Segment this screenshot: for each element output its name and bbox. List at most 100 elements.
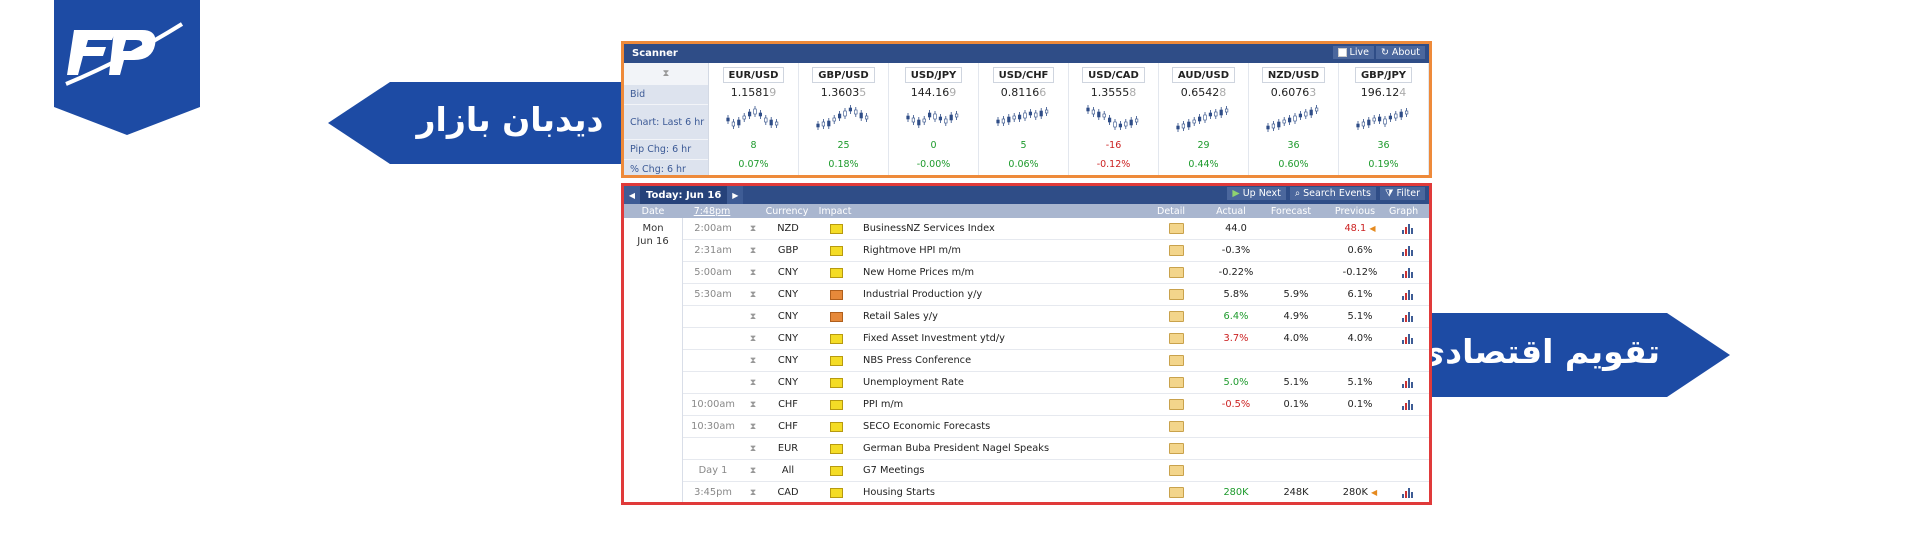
event-title[interactable]: NBS Press Conference bbox=[859, 355, 1146, 366]
folder-icon[interactable] bbox=[1168, 223, 1184, 234]
graph-icon[interactable] bbox=[1401, 267, 1413, 278]
folder-icon[interactable] bbox=[1168, 267, 1184, 278]
graph-icon[interactable] bbox=[1401, 377, 1413, 388]
calendar-event-row[interactable]: 5:00am ⧗ CNY New Home Prices m/m -0.22% … bbox=[683, 262, 1429, 284]
scanner-pair-column[interactable]: GBP/USD 1.3603 5 25 0.18% bbox=[799, 63, 889, 175]
sound-icon[interactable]: ⧗ bbox=[743, 488, 763, 498]
col-forecast: Forecast bbox=[1270, 205, 1312, 217]
calendar-event-row[interactable]: 3:45pm ⧗ CAD Housing Starts 280K 248K 28… bbox=[683, 482, 1429, 502]
folder-icon[interactable] bbox=[1168, 245, 1184, 256]
event-previous: -0.12% bbox=[1342, 267, 1378, 278]
up-next-button[interactable]: ▶ Up Next bbox=[1227, 187, 1286, 200]
pair-name[interactable]: USD/CAD bbox=[1082, 67, 1145, 83]
live-toggle[interactable]: Live bbox=[1332, 46, 1374, 59]
event-title[interactable]: German Buba President Nagel Speaks bbox=[859, 443, 1146, 454]
event-title[interactable]: Housing Starts bbox=[859, 487, 1146, 498]
folder-icon[interactable] bbox=[1168, 399, 1184, 410]
prev-day-button[interactable]: ◀ bbox=[624, 186, 640, 204]
pair-name[interactable]: GBP/JPY bbox=[1354, 67, 1413, 83]
sound-icon[interactable]: ⧗ bbox=[743, 224, 763, 234]
event-title[interactable]: BusinessNZ Services Index bbox=[859, 223, 1146, 234]
event-currency: GBP bbox=[777, 245, 799, 256]
folder-icon[interactable] bbox=[1168, 289, 1184, 300]
sound-icon[interactable]: ⧗ bbox=[743, 422, 763, 432]
pair-name[interactable]: AUD/USD bbox=[1171, 67, 1236, 83]
scanner-pair-column[interactable]: GBP/JPY 196.12 4 36 0.19% bbox=[1339, 63, 1429, 175]
search-events-button[interactable]: ⌕ Search Events bbox=[1289, 187, 1376, 200]
folder-icon[interactable] bbox=[1168, 311, 1184, 322]
about-button[interactable]: ↻ About bbox=[1375, 46, 1425, 59]
pair-name[interactable]: USD/JPY bbox=[904, 67, 963, 83]
calendar-event-row[interactable]: ⧗ EUR German Buba President Nagel Speaks bbox=[683, 438, 1429, 460]
pair-name[interactable]: NZD/USD bbox=[1261, 67, 1326, 83]
graph-icon[interactable] bbox=[1401, 487, 1413, 498]
scanner-pair-column[interactable]: USD/JPY 144.16 9 0 -0.00% bbox=[889, 63, 979, 175]
percent-change-value: 0.60% bbox=[1278, 159, 1309, 170]
col-actual: Actual bbox=[1216, 205, 1246, 217]
sound-icon[interactable]: ⧗ bbox=[743, 290, 763, 300]
graph-icon[interactable] bbox=[1401, 333, 1413, 344]
col-time[interactable]: 7:48pm bbox=[682, 206, 742, 217]
sound-icon[interactable]: ⧗ bbox=[743, 378, 763, 388]
scanner-pair-column[interactable]: USD/CAD 1.3555 8 -16 -0.12% bbox=[1069, 63, 1159, 175]
checkbox-icon[interactable] bbox=[1337, 48, 1347, 57]
calendar-event-row[interactable]: 10:00am ⧗ CHF PPI m/m -0.5% 0.1% 0.1% bbox=[683, 394, 1429, 416]
about-label: About bbox=[1391, 47, 1420, 58]
scanner-pair-column[interactable]: NZD/USD 0.6076 3 36 0.60% bbox=[1249, 63, 1339, 175]
scanner-pair-column[interactable]: AUD/USD 0.6542 8 29 0.44% bbox=[1159, 63, 1249, 175]
sound-icon[interactable]: ⧗ bbox=[743, 268, 763, 278]
scanner-row-labels: ⧗ Bid Chart: Last 6 hr Pip Chg: 6 hr % C… bbox=[624, 63, 709, 175]
event-title[interactable]: PPI m/m bbox=[859, 399, 1146, 410]
search-events-label: Search Events bbox=[1303, 188, 1371, 199]
scanner-pair-column[interactable]: EUR/USD 1.1581 9 8 0.07% bbox=[709, 63, 799, 175]
graph-icon[interactable] bbox=[1401, 289, 1413, 300]
event-title[interactable]: G7 Meetings bbox=[859, 465, 1146, 476]
graph-icon[interactable] bbox=[1401, 311, 1413, 322]
folder-icon[interactable] bbox=[1168, 377, 1184, 388]
sound-icon[interactable]: ⧗ bbox=[743, 246, 763, 256]
sound-icon[interactable]: ⧗ bbox=[743, 444, 763, 454]
folder-icon[interactable] bbox=[1168, 487, 1184, 498]
calendar-event-row[interactable]: 2:31am ⧗ GBP Rightmove HPI m/m -0.3% 0.6… bbox=[683, 240, 1429, 262]
filter-button[interactable]: ⧩ Filter bbox=[1379, 187, 1425, 200]
event-time: 2:00am bbox=[694, 223, 732, 234]
graph-icon[interactable] bbox=[1401, 223, 1413, 234]
sound-icon[interactable]: ⧗ bbox=[743, 334, 763, 344]
event-title[interactable]: New Home Prices m/m bbox=[859, 267, 1146, 278]
calendar-event-row[interactable]: 5:30am ⧗ CNY Industrial Production y/y 5… bbox=[683, 284, 1429, 306]
calendar-event-row[interactable]: 10:30am ⧗ CHF SECO Economic Forecasts bbox=[683, 416, 1429, 438]
calendar-event-row[interactable]: ⧗ CNY Unemployment Rate 5.0% 5.1% 5.1% bbox=[683, 372, 1429, 394]
calendar-event-row[interactable]: 2:00am ⧗ NZD BusinessNZ Services Index 4… bbox=[683, 218, 1429, 240]
event-title[interactable]: Fixed Asset Investment ytd/y bbox=[859, 333, 1146, 344]
pair-name[interactable]: USD/CHF bbox=[992, 67, 1055, 83]
folder-icon[interactable] bbox=[1168, 355, 1184, 366]
pair-name[interactable]: EUR/USD bbox=[722, 67, 785, 83]
event-title[interactable]: Rightmove HPI m/m bbox=[859, 245, 1146, 256]
folder-icon[interactable] bbox=[1168, 333, 1184, 344]
calendar-event-row[interactable]: ⧗ CNY Retail Sales y/y 6.4% 4.9% 5.1% bbox=[683, 306, 1429, 328]
graph-icon[interactable] bbox=[1401, 245, 1413, 256]
today-label[interactable]: Today: Jun 16 bbox=[640, 186, 728, 204]
event-time: 10:00am bbox=[691, 399, 735, 410]
event-title[interactable]: Unemployment Rate bbox=[859, 377, 1146, 388]
sound-icon[interactable]: ⧗ bbox=[743, 400, 763, 410]
calendar-event-row[interactable]: ⧗ CNY Fixed Asset Investment ytd/y 3.7% … bbox=[683, 328, 1429, 350]
pair-name[interactable]: GBP/USD bbox=[812, 67, 875, 83]
percent-change-label: % Chg: 6 hr bbox=[624, 160, 708, 175]
next-day-button[interactable]: ▶ bbox=[727, 186, 744, 204]
scanner-pair-column[interactable]: USD/CHF 0.8116 6 5 0.06% bbox=[979, 63, 1069, 175]
folder-icon[interactable] bbox=[1168, 465, 1184, 476]
event-title[interactable]: SECO Economic Forecasts bbox=[859, 421, 1146, 432]
sound-icon[interactable]: ⧗ bbox=[743, 356, 763, 366]
calendar-event-row[interactable]: ⧗ CNY NBS Press Conference bbox=[683, 350, 1429, 372]
calendar-event-row[interactable]: Day 1 ⧗ All G7 Meetings bbox=[683, 460, 1429, 482]
sound-icon[interactable]: ⧗ bbox=[743, 312, 763, 322]
folder-icon[interactable] bbox=[1168, 421, 1184, 432]
sound-icon[interactable]: ⧗ bbox=[743, 466, 763, 476]
event-title[interactable]: Industrial Production y/y bbox=[859, 289, 1146, 300]
folder-icon[interactable] bbox=[1168, 443, 1184, 454]
bid-value: 196.12 4 bbox=[1360, 86, 1407, 99]
graph-icon[interactable] bbox=[1401, 399, 1413, 410]
event-title[interactable]: Retail Sales y/y bbox=[859, 311, 1146, 322]
event-currency: CNY bbox=[777, 355, 799, 366]
